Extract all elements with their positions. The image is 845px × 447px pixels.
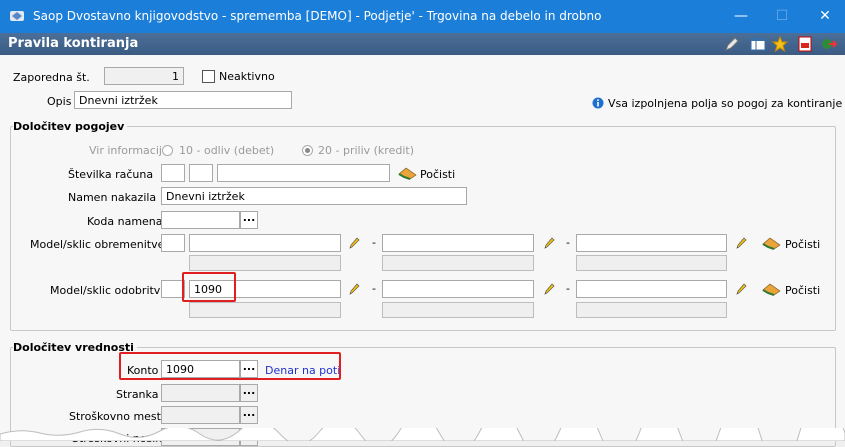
seq-field[interactable]: 1: [104, 67, 184, 85]
purpose-code-label: Koda namena: [87, 215, 163, 228]
pencil-icon[interactable]: [735, 283, 747, 295]
cost-place-field[interactable]: [161, 406, 240, 424]
clear-credit-button[interactable]: Počisti: [785, 284, 820, 297]
stranka-lookup-button[interactable]: ...: [240, 384, 258, 402]
clear-account-button[interactable]: Počisti: [420, 168, 455, 181]
debit-ref3-sub-field: [576, 255, 727, 271]
account-field-1[interactable]: [161, 164, 185, 182]
debit-ref1-sub-field: [189, 255, 341, 271]
credit-ref3-sub-field: [576, 302, 727, 318]
source-label: Vir informacije: [89, 144, 169, 157]
desc-label: Opis: [47, 95, 72, 108]
exit-icon[interactable]: [821, 36, 837, 52]
source-radio-debit[interactable]: [162, 145, 173, 156]
pdf-icon[interactable]: [797, 36, 813, 52]
credit-model-label: Model/sklic odobritve: [50, 284, 168, 297]
cost-place-label: Stroškovno mesto: [69, 410, 168, 423]
desc-field[interactable]: Dnevni iztržek: [74, 91, 292, 109]
purpose-code-lookup-button[interactable]: ...: [240, 211, 258, 229]
credit-ref2-sub-field: [382, 302, 534, 318]
dash-separator: -: [372, 236, 376, 249]
inactive-checkbox[interactable]: [202, 70, 215, 83]
dash-separator: -: [372, 282, 376, 295]
debit-ref3-field[interactable]: [576, 234, 727, 252]
debit-ref2-sub-field: [382, 255, 534, 271]
pencil-icon[interactable]: [348, 283, 360, 295]
pencil-icon[interactable]: [348, 237, 360, 249]
maximize-button[interactable]: ☐: [767, 6, 797, 26]
conditions-title: Določitev pogojev: [13, 120, 128, 133]
debit-model-label: Model/sklic obremenitve: [30, 238, 165, 251]
close-button[interactable]: ✕: [810, 6, 840, 26]
form-header: Pravila kontiranja: [0, 33, 845, 55]
debit-ref2-field[interactable]: [382, 234, 534, 252]
inactive-label: Neaktivno: [219, 70, 275, 83]
purpose-label: Namen nakazila: [68, 191, 157, 204]
window-title: Saop Dvostavno knjigovodstvo - sprememba…: [33, 9, 602, 23]
purpose-field[interactable]: Dnevni iztržek: [161, 187, 467, 205]
minimize-button[interactable]: —: [726, 6, 756, 26]
credit-ref2-field[interactable]: [382, 280, 534, 298]
cost-place-lookup-button[interactable]: ...: [240, 406, 258, 424]
account-field-3[interactable]: [217, 164, 390, 182]
source-option-credit: 20 - priliv (kredit): [318, 144, 414, 157]
dash-separator: -: [566, 282, 570, 295]
pencil-icon[interactable]: [543, 237, 555, 249]
eraser-icon[interactable]: [762, 282, 782, 296]
app-icon: [10, 11, 24, 21]
credit-ref3-field[interactable]: [576, 280, 727, 298]
table-icon[interactable]: [750, 36, 766, 52]
account-label: Številka računa: [68, 168, 154, 181]
eraser-icon[interactable]: [398, 166, 418, 180]
stranka-field[interactable]: [161, 384, 240, 402]
form-title: Pravila kontiranja: [8, 36, 139, 51]
highlight-box: [119, 352, 341, 380]
debit-model-field[interactable]: [161, 234, 185, 252]
highlight-box: [182, 272, 236, 302]
seq-label: Zaporedna št.: [13, 71, 90, 84]
pencil-icon[interactable]: [735, 237, 747, 249]
window-titlebar: Saop Dvostavno knjigovodstvo - sprememba…: [0, 0, 845, 33]
star-icon[interactable]: [772, 36, 788, 52]
eraser-icon[interactable]: [762, 236, 782, 250]
info-text: Vsa izpolnjena polja so pogoj za kontira…: [608, 97, 845, 110]
credit-ref1-sub-field: [189, 302, 341, 318]
account-field-2[interactable]: [189, 164, 213, 182]
source-radio-credit[interactable]: [302, 145, 313, 156]
pencil-icon[interactable]: [543, 283, 555, 295]
debit-ref1-field[interactable]: [189, 234, 341, 252]
purpose-code-field[interactable]: [161, 211, 240, 229]
dash-separator: -: [566, 236, 570, 249]
stranka-label: Stranka: [116, 388, 159, 401]
source-option-debit: 10 - odliv (debet): [179, 144, 275, 157]
clear-debit-button[interactable]: Počisti: [785, 238, 820, 251]
torn-edge: [0, 428, 845, 441]
edit-icon[interactable]: [724, 36, 740, 52]
info-icon: [592, 97, 604, 109]
